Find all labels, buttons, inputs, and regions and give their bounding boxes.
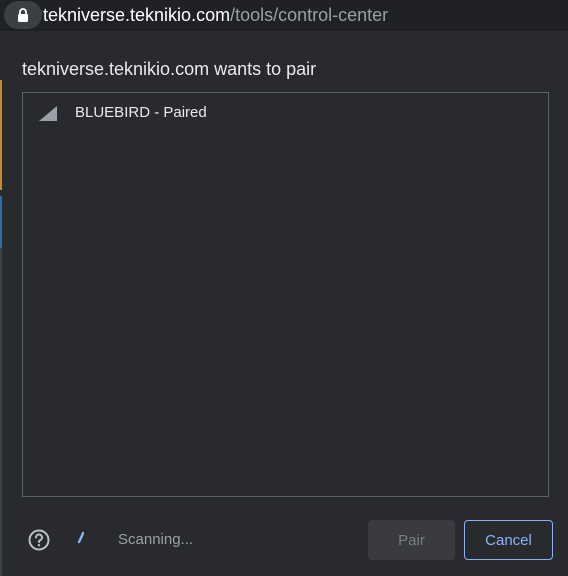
dialog-title: tekniverse.teknikio.com wants to pair [22,59,317,79]
url-path: /tools/control-center [230,5,389,25]
url-host: tekniverse.teknikio.com [43,5,231,25]
loading-spinner-icon [77,531,85,544]
scanning-status: Scanning... [118,531,194,548]
cancel-button[interactable]: Cancel [464,520,553,560]
page-edge-accent [0,80,2,190]
pair-button[interactable]: Pair [368,520,455,560]
address-bar[interactable]: tekniverse.teknikio.com/tools/control-ce… [0,0,568,31]
device-label: BLUEBIRD - Paired [75,104,207,121]
pairing-dialog-window: tekniverse.teknikio.com/tools/control-ce… [0,0,568,576]
url-text: tekniverse.teknikio.com/tools/control-ce… [43,5,388,25]
device-row[interactable]: BLUEBIRD - Paired [23,93,548,133]
help-circle-icon[interactable] [28,529,50,551]
page-edge-accent [0,196,2,248]
signal-strength-icon [39,106,57,121]
device-list[interactable]: BLUEBIRD - Paired [22,92,549,497]
page-edge-divider [0,248,2,576]
lock-icon [18,8,28,22]
site-info-button[interactable] [4,1,42,29]
